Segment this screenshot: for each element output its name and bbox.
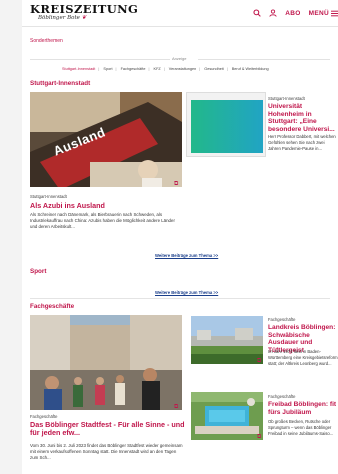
- article-teaser: Ob großes Becken, Rutsche oder Sprungtur…: [268, 419, 334, 436]
- nav-separator: |: [199, 67, 201, 71]
- abo-button[interactable]: ABO: [285, 10, 300, 17]
- category-nav: Stuttgart-Innenstadt | Sport | Fachgeschäf…: [62, 67, 338, 71]
- hamburger-icon[interactable]: [331, 10, 338, 17]
- site-logo[interactable]: KREISZEITUNG Böblinger Bote ❦: [30, 2, 139, 22]
- logo-subtitle-text: Böblinger Bote: [38, 15, 80, 21]
- article-title[interactable]: Universität Hohenheim in Stuttgart: „Ein…: [268, 103, 338, 133]
- nav-item-stuttgart[interactable]: Stuttgart-Innenstadt: [62, 67, 95, 71]
- nav-separator: |: [115, 67, 117, 71]
- divider: [30, 59, 170, 60]
- header-actions: ABO MENÜ: [253, 9, 338, 17]
- site-header: KREISZEITUNG Böblinger Bote ❦ ABO MENÜ: [22, 0, 338, 27]
- user-icon[interactable]: [269, 9, 277, 17]
- image-placeholder: [191, 100, 263, 153]
- article-tag: Stuttgart-Innenstadt: [30, 194, 67, 199]
- search-icon[interactable]: [253, 9, 262, 17]
- menu-button[interactable]: MENÜ: [309, 10, 329, 17]
- article-tag: Fachgeschäfte: [268, 394, 296, 399]
- page: KREISZEITUNG Böblinger Bote ❦ ABO MENÜ S…: [22, 0, 338, 474]
- article-teaser: Im Jahr 1973 fand in Baden-Württemberg e…: [268, 349, 338, 366]
- sonderthemen-link[interactable]: Sonderthemen: [30, 38, 63, 44]
- article-image-landkreis[interactable]: [191, 316, 263, 364]
- article-tag: Fachgeschäfte: [30, 414, 58, 419]
- nav-item-beruf[interactable]: Beruf & Weiterbildung: [232, 67, 269, 71]
- section-heading-sport: Sport: [30, 268, 47, 275]
- nav-item-sport[interactable]: Sport: [103, 67, 112, 71]
- camera-icon: ⧉: [257, 358, 262, 364]
- nav-item-fachgeschaefte[interactable]: Fachgeschäfte: [121, 67, 146, 71]
- article-image-hohenheim[interactable]: [186, 92, 266, 157]
- logo-subtitle: Böblinger Bote ❦: [38, 15, 138, 22]
- logo-mark-icon: ❦: [81, 15, 87, 21]
- more-articles-link[interactable]: Weitere Beiträge zum Thema >>: [155, 253, 218, 258]
- article-teaser: Herr Professor Dabbert, mit welchen Gefü…: [268, 134, 336, 151]
- article-title[interactable]: Freibad Böblingen: fit fürs Jubiläum: [268, 401, 338, 416]
- article-image-freibad[interactable]: [191, 392, 263, 440]
- section-heading-stuttgart: Stuttgart-Innenstadt: [30, 80, 91, 87]
- article-tag: Fachgeschäfte: [268, 317, 296, 322]
- article-image-ausland[interactable]: Ausland: [30, 92, 182, 187]
- ad-label: Anzeige: [170, 56, 189, 61]
- article-tag: Stuttgart-Innenstadt: [268, 96, 305, 101]
- nav-item-veranstaltungen[interactable]: Veranstaltungen: [169, 67, 196, 71]
- camera-icon: ⧉: [174, 404, 179, 410]
- more-articles-link[interactable]: Weitere Beiträge zum Thema >>: [155, 290, 218, 295]
- divider: [198, 59, 330, 60]
- camera-icon: ⧉: [257, 434, 262, 440]
- article-title[interactable]: Als Azubi ins Ausland: [30, 201, 182, 210]
- nav-separator: |: [98, 67, 100, 71]
- logo-title: KREISZEITUNG: [30, 2, 139, 16]
- article-teaser: Als Schreiner nach Dänemark, als Bierbra…: [30, 212, 175, 230]
- nav-separator: |: [148, 67, 150, 71]
- article-teaser: Vom 30. Juni bis 2. Juli 2023 findet das…: [30, 443, 183, 461]
- section-heading-fachgeschaefte: Fachgeschäfte: [30, 303, 75, 310]
- camera-icon: ⧉: [174, 181, 179, 187]
- article-title[interactable]: Das Böblinger Stadtfest - Für alle Sinne…: [30, 420, 185, 438]
- nav-separator: |: [163, 67, 165, 71]
- article-image-stadtfest[interactable]: [30, 315, 182, 410]
- ad-label-row: Anzeige: [30, 56, 330, 62]
- nav-item-kfz[interactable]: KFZ: [154, 67, 161, 71]
- divider: [30, 298, 330, 299]
- nav-item-gesundheit[interactable]: Gesundheit: [204, 67, 223, 71]
- nav-separator: |: [226, 67, 228, 71]
